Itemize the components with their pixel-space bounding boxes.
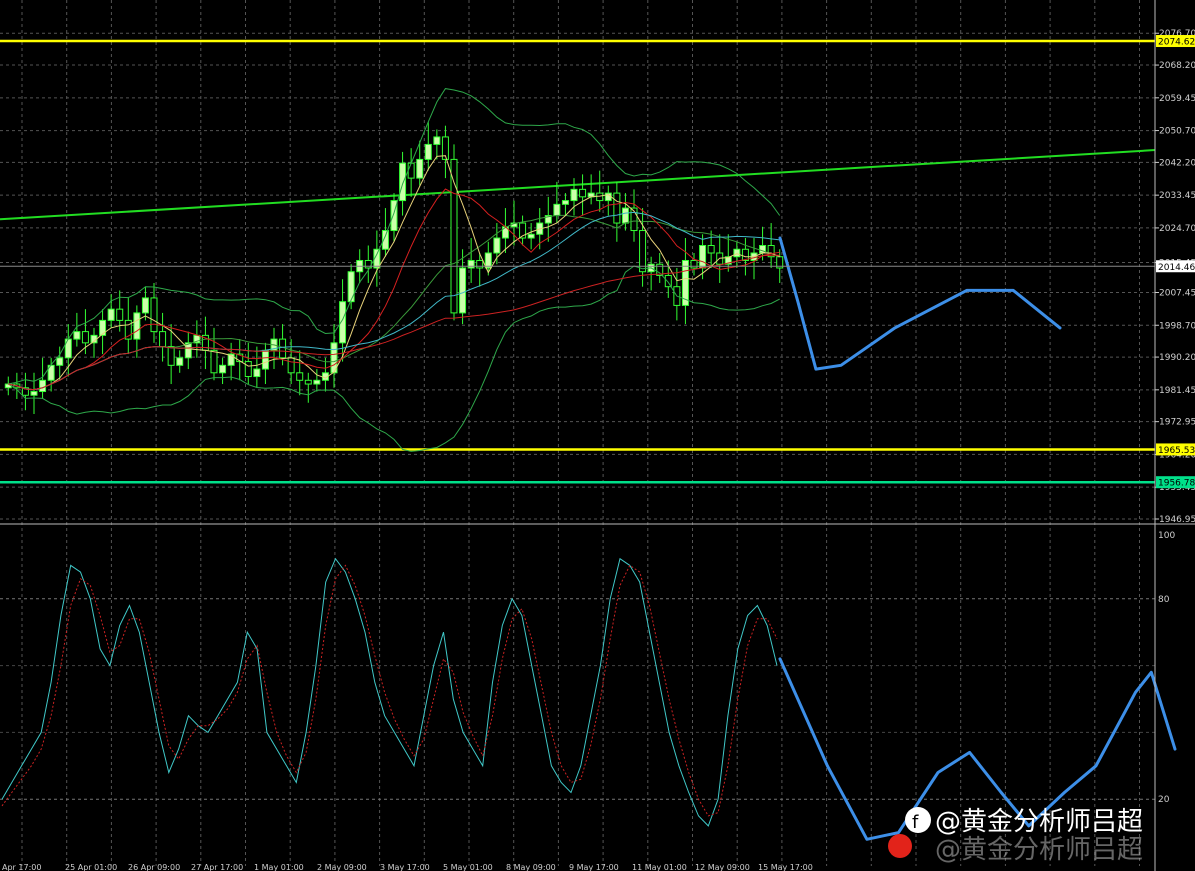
y-tick-label: 2007.45: [1159, 288, 1195, 298]
candle-body: [467, 259, 475, 269]
candle-body: [159, 331, 167, 348]
candle-body: [424, 143, 432, 160]
osc-tick-label: 100: [1158, 531, 1175, 541]
osc-tick-label: 80: [1158, 595, 1170, 605]
y-tick-label: 1972.95: [1159, 418, 1195, 428]
x-tick-label: 25 Apr 01:00: [65, 863, 117, 871]
candle-body: [579, 188, 587, 198]
candle-body: [176, 357, 184, 366]
candle-body: [219, 364, 227, 374]
candle-body: [150, 297, 158, 333]
candle-body: [167, 346, 175, 366]
x-tick-label: 26 Apr 09:00: [128, 863, 180, 871]
candle-body: [459, 267, 467, 314]
candle-body: [613, 192, 621, 224]
x-tick-label: 3 May 17:00: [380, 863, 430, 871]
candle-body: [347, 271, 355, 303]
candle-body: [296, 372, 304, 381]
x-tick-label: 9 May 17:00: [569, 863, 619, 871]
price-level-label: 1956.78: [1158, 479, 1195, 489]
current-price-label: 2014.46: [1158, 263, 1195, 273]
y-tick-label: 1946.95: [1159, 515, 1195, 525]
candle-body: [399, 162, 407, 202]
candle-body: [253, 368, 261, 378]
y-tick-label: 1981.45: [1159, 386, 1195, 396]
watermark-handle-shadow: @黄金分析师吕超: [935, 835, 1143, 865]
candle-body: [133, 312, 141, 340]
watermark-handle: @黄金分析师吕超: [935, 807, 1143, 837]
price-level-label: 2074.62: [1158, 38, 1195, 48]
candle-body: [699, 245, 707, 269]
candle-body: [690, 259, 698, 269]
candle-body: [30, 391, 38, 396]
y-tick-label: 2059.45: [1159, 94, 1195, 104]
candle-body: [141, 297, 149, 314]
price-level-label: 1965.53: [1158, 446, 1195, 456]
x-tick-label: 11 May 01:00: [632, 863, 687, 871]
x-tick-label: 12 May 09:00: [695, 863, 750, 871]
candle-body: [484, 252, 492, 269]
x-tick-label: 8 May 09:00: [506, 863, 556, 871]
osc-tick-label: 20: [1158, 795, 1170, 805]
candle-body: [99, 319, 107, 336]
candle-body: [210, 349, 218, 374]
y-tick-label: 2024.70: [1159, 224, 1195, 234]
x-tick-label: 1 May 01:00: [254, 863, 304, 871]
chart-canvas: 2076.702068.202059.452050.702042.202033.…: [0, 0, 1195, 871]
candle-body: [639, 230, 647, 273]
candle-body: [116, 308, 124, 321]
candle-body: [287, 357, 295, 374]
y-tick-label: 2033.45: [1159, 191, 1195, 201]
candle-body: [733, 248, 741, 258]
candle-body: [493, 237, 501, 254]
x-tick-label: Apr 17:00: [2, 863, 41, 871]
candle-body: [107, 308, 115, 321]
y-tick-label: 2050.70: [1159, 127, 1195, 137]
candle-body: [433, 136, 441, 145]
x-tick-label: 27 Apr 17:00: [191, 863, 243, 871]
candle-body: [407, 162, 415, 179]
y-tick-label: 2068.20: [1159, 61, 1195, 71]
candle-body: [476, 259, 484, 269]
candle-body: [39, 379, 47, 393]
candle-body: [304, 379, 312, 385]
x-tick-label: 2 May 09:00: [317, 863, 367, 871]
y-tick-label: 1998.70: [1159, 321, 1195, 331]
weibo-f-icon: f: [912, 812, 919, 833]
candle-body: [416, 158, 424, 179]
candle-body: [707, 245, 715, 254]
candle-body: [261, 349, 269, 370]
candle-body: [570, 188, 578, 202]
candle-body: [73, 331, 81, 340]
candle-body: [553, 203, 561, 217]
candle-body: [561, 200, 569, 205]
candle-body: [527, 233, 535, 239]
y-tick-label: 1990.20: [1159, 353, 1195, 363]
candle-body: [56, 357, 64, 366]
candle-body: [596, 192, 604, 202]
candle-body: [244, 361, 252, 378]
x-tick-label: 5 May 01:00: [443, 863, 493, 871]
weibo-logo-icon: [888, 834, 912, 858]
y-tick-label: 2042.20: [1159, 158, 1195, 168]
candle-body: [621, 207, 629, 224]
x-tick-label: 15 May 17:00: [758, 863, 813, 871]
candle-body: [313, 379, 321, 385]
candle-body: [81, 331, 89, 344]
